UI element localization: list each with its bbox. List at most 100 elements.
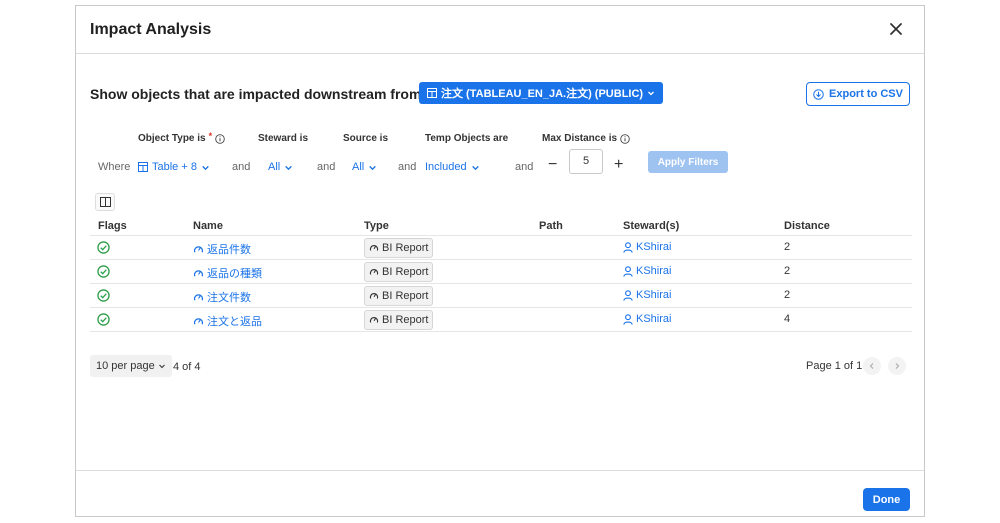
object-type-dropdown[interactable]: Table + 8 (138, 161, 210, 173)
row-type: BI Report (382, 266, 429, 278)
row-steward: KShirai (636, 289, 672, 301)
distance-increment-button[interactable]: + (614, 156, 623, 174)
check-circle-icon (97, 289, 110, 302)
source-object-selector[interactable]: 注文 (TABLEAU_EN_JA.注文) (PUBLIC) (419, 82, 664, 104)
source-object-label: 注文 (TABLEAU_EN_JA.注文) (PUBLIC) (441, 88, 644, 100)
close-icon[interactable] (886, 19, 906, 39)
max-distance-input[interactable]: 5 (569, 149, 603, 174)
object-type-filter-label: Object Type is * (138, 131, 225, 144)
chevron-down-icon (471, 165, 479, 170)
report-icon (369, 245, 379, 251)
table-icon (138, 162, 148, 172)
type-chip: BI Report (364, 238, 434, 258)
table-row-name-link[interactable]: 注文件数 (193, 289, 251, 305)
object-type-value: Table + 8 (152, 161, 197, 173)
header-divider (90, 235, 912, 236)
row-type: BI Report (382, 290, 429, 302)
table-row-name-link[interactable]: 返品の種類 (193, 265, 262, 281)
table-row-name-link[interactable]: 注文と返品 (193, 313, 262, 329)
row-steward-link[interactable]: KShirai (623, 313, 671, 325)
steward-dropdown[interactable]: All (268, 161, 293, 173)
chevron-down-icon (158, 364, 165, 369)
row-distance: 2 (784, 289, 791, 301)
prev-page-button[interactable] (863, 357, 881, 375)
row-name: 返品の種類 (207, 268, 262, 280)
info-icon[interactable] (215, 133, 225, 144)
row-distance: 2 (784, 241, 791, 253)
source-dropdown[interactable]: All (352, 161, 377, 173)
row-divider (90, 283, 912, 284)
column-toggle-button[interactable] (95, 193, 115, 211)
temp-objects-filter-label: Temp Objects are (425, 133, 509, 144)
report-icon (369, 293, 379, 299)
row-steward-link[interactable]: KShirai (623, 289, 671, 301)
max-distance-label-text: Max Distance is (542, 133, 618, 144)
report-icon (193, 317, 204, 324)
footer-divider (76, 470, 924, 471)
row-steward-link[interactable]: KShirai (623, 265, 671, 277)
check-circle-icon (97, 241, 110, 254)
chevron-down-icon (369, 165, 377, 170)
row-distance: 4 (784, 313, 791, 325)
column-header-flags: Flags (98, 220, 127, 232)
and-label: and (232, 161, 251, 173)
column-header-distance[interactable]: Distance (784, 220, 830, 232)
next-page-button[interactable] (888, 357, 906, 375)
column-header-name[interactable]: Name (193, 220, 223, 232)
temp-objects-dropdown[interactable]: Included (425, 161, 480, 173)
user-icon (623, 313, 633, 325)
impact-analysis-dialog: Impact Analysis Show objects that are im… (75, 5, 925, 517)
row-distance: 2 (784, 265, 791, 277)
export-csv-button[interactable]: Export to CSV (806, 82, 910, 106)
source-filter-label: Source is (343, 133, 389, 144)
row-steward: KShirai (636, 241, 672, 253)
dialog-title: Impact Analysis (90, 21, 212, 38)
where-label: Where (98, 161, 131, 173)
report-icon (193, 293, 204, 300)
row-name: 注文件数 (207, 292, 251, 304)
user-icon (623, 241, 633, 253)
row-type: BI Report (382, 314, 429, 326)
impact-heading: Show objects that are impacted downstrea… (90, 86, 422, 102)
per-page-value: 10 per page (96, 360, 155, 372)
column-header-path[interactable]: Path (539, 220, 563, 232)
user-icon (623, 289, 633, 301)
chevron-left-icon (869, 363, 874, 369)
table-row-name-link[interactable]: 返品件数 (193, 241, 251, 257)
table-icon (427, 88, 437, 98)
column-header-type[interactable]: Type (364, 220, 389, 232)
apply-filters-button[interactable]: Apply Filters (648, 151, 728, 173)
check-circle-icon (97, 265, 110, 278)
distance-decrement-button[interactable]: − (548, 156, 557, 174)
steward-filter-label: Steward is (258, 133, 309, 144)
max-distance-filter-label: Max Distance is (542, 133, 630, 144)
and-label: and (317, 161, 336, 173)
export-csv-label: Export to CSV (829, 88, 903, 100)
row-divider (90, 307, 912, 308)
download-icon (813, 88, 824, 100)
source-value: All (352, 161, 365, 173)
row-divider (90, 331, 912, 332)
row-steward: KShirai (636, 313, 672, 325)
user-icon (623, 265, 633, 277)
check-circle-icon (97, 313, 110, 326)
result-count: 4 of 4 (173, 361, 201, 373)
columns-icon (99, 197, 111, 207)
header-divider (76, 53, 924, 54)
per-page-select[interactable]: 10 per page (90, 355, 172, 377)
type-chip: BI Report (364, 310, 434, 330)
type-chip: BI Report (364, 262, 434, 282)
and-label: and (515, 161, 534, 173)
chevron-down-icon (202, 165, 209, 170)
info-icon[interactable] (620, 133, 630, 144)
done-button[interactable]: Done (863, 488, 910, 511)
row-name: 注文と返品 (207, 316, 262, 328)
report-icon (369, 317, 379, 323)
row-steward-link[interactable]: KShirai (623, 241, 671, 253)
and-label: and (398, 161, 417, 173)
chevron-down-icon (285, 165, 293, 170)
type-chip: BI Report (364, 286, 434, 306)
column-header-stewards[interactable]: Steward(s) (623, 220, 679, 232)
report-icon (193, 245, 204, 252)
temp-objects-value: Included (425, 161, 467, 173)
